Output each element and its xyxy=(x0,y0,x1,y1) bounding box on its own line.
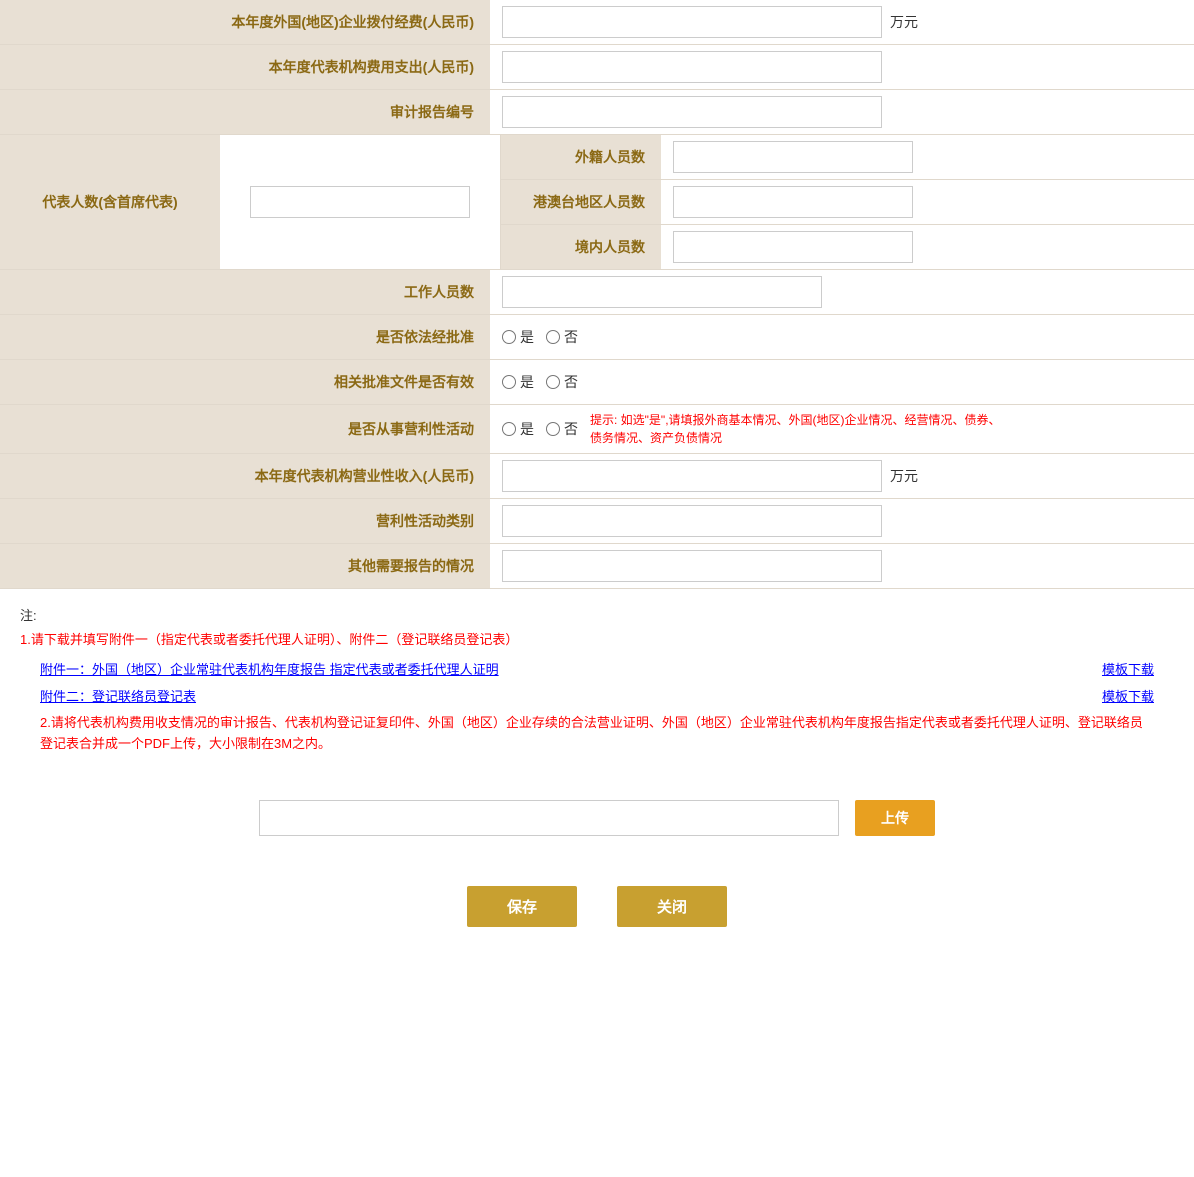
legally-approved-row: 是否依法经批准 是 否 xyxy=(0,315,1194,360)
commercial-label: 是否从事营利性活动 xyxy=(0,405,490,453)
rep-office-expense-row: 本年度代表机构费用支出(人民币) xyxy=(0,45,1194,90)
foreign-expense-input-cell: 万元 xyxy=(490,0,1194,44)
attachment1-row: 附件一：外国（地区）企业常驻代表机构年度报告 指定代表或者委托代理人证明 模板下… xyxy=(20,659,1174,678)
approval-valid-yes[interactable]: 是 xyxy=(502,372,534,392)
commercial-radio-group: 是 否 xyxy=(502,413,578,445)
hmt-staff-input[interactable] xyxy=(673,186,913,218)
legally-approved-yes-radio[interactable] xyxy=(502,330,516,344)
commercial-no-radio[interactable] xyxy=(546,422,560,436)
form-container: 本年度外国(地区)企业拨付经费(人民币) 万元 本年度代表机构费用支出(人民币)… xyxy=(0,0,1194,947)
commercial-type-input[interactable] xyxy=(502,505,882,537)
save-button[interactable]: 保存 xyxy=(467,886,577,927)
notes-item1: 1.请下载并填写附件一（指定代表或者委托代理人证明）、附件二（登记联络员登记表） xyxy=(20,630,1174,651)
rep-count-label: 代表人数(含首席代表) xyxy=(0,135,220,269)
audit-report-label: 审计报告编号 xyxy=(0,90,490,134)
approval-valid-no[interactable]: 否 xyxy=(546,372,578,392)
rep-count-row: 代表人数(含首席代表) 外籍人员数 港澳台地区人员数 境内人员数 xyxy=(0,135,1194,270)
attachment1-download[interactable]: 模板下载 xyxy=(1102,659,1154,678)
approval-valid-yes-label: 是 xyxy=(520,372,534,392)
commercial-no-label: 否 xyxy=(564,419,578,439)
approval-valid-radio-group: 是 否 xyxy=(502,366,578,398)
approval-valid-yes-radio[interactable] xyxy=(502,375,516,389)
legally-approved-no[interactable]: 否 xyxy=(546,327,578,347)
other-report-input[interactable] xyxy=(502,550,882,582)
worker-count-input[interactable] xyxy=(502,276,822,308)
foreign-expense-input[interactable] xyxy=(502,6,882,38)
notes-section: 注: 1.请下载并填写附件一（指定代表或者委托代理人证明）、附件二（登记联络员登… xyxy=(0,589,1194,770)
legally-approved-radio-cell: 是 否 xyxy=(490,315,1194,359)
legally-approved-label: 是否依法经批准 xyxy=(0,315,490,359)
foreign-expense-row: 本年度外国(地区)企业拨付经费(人民币) 万元 xyxy=(0,0,1194,45)
commercial-row: 是否从事营利性活动 是 否 提示: 如选"是",请填报外商基本情况、外国(地区)… xyxy=(0,405,1194,454)
other-report-label: 其他需要报告的情况 xyxy=(0,544,490,588)
attachment2-link[interactable]: 附件二：登记联络员登记表 xyxy=(40,686,196,705)
attachment2-row: 附件二：登记联络员登记表 模板下载 xyxy=(20,686,1174,705)
legally-approved-yes[interactable]: 是 xyxy=(502,327,534,347)
foreign-expense-unit: 万元 xyxy=(890,12,918,32)
rep-office-expense-input-cell xyxy=(490,45,1194,89)
rep-office-revenue-row: 本年度代表机构营业性收入(人民币) 万元 xyxy=(0,454,1194,499)
rep-count-input[interactable] xyxy=(250,186,470,218)
domestic-staff-label: 境内人员数 xyxy=(501,225,661,269)
legally-approved-radio-group: 是 否 xyxy=(502,321,578,353)
upload-button[interactable]: 上传 xyxy=(855,800,935,836)
legally-approved-no-label: 否 xyxy=(564,327,578,347)
rep-office-revenue-input-cell: 万元 xyxy=(490,454,1194,498)
notes-item2: 2.请将代表机构费用收支情况的审计报告、代表机构登记证复印件、外国（地区）企业存… xyxy=(20,713,1174,755)
domestic-staff-row: 境内人员数 xyxy=(501,225,1194,269)
approval-valid-label: 相关批准文件是否有效 xyxy=(0,360,490,404)
legally-approved-yes-label: 是 xyxy=(520,327,534,347)
other-report-row: 其他需要报告的情况 xyxy=(0,544,1194,589)
commercial-type-label: 营利性活动类别 xyxy=(0,499,490,543)
foreign-staff-label: 外籍人员数 xyxy=(501,135,661,179)
commercial-input-cell: 是 否 提示: 如选"是",请填报外商基本情况、外国(地区)企业情况、经营情况、… xyxy=(490,405,1194,453)
upload-file-input[interactable] xyxy=(259,800,839,836)
approval-valid-radio-cell: 是 否 xyxy=(490,360,1194,404)
audit-report-input-cell xyxy=(490,90,1194,134)
commercial-type-row: 营利性活动类别 xyxy=(0,499,1194,544)
close-button[interactable]: 关闭 xyxy=(617,886,727,927)
domestic-staff-input[interactable] xyxy=(673,231,913,263)
upload-section: 上传 xyxy=(0,780,1194,856)
commercial-yes-radio[interactable] xyxy=(502,422,516,436)
approval-valid-no-label: 否 xyxy=(564,372,578,392)
notes-title: 注: xyxy=(20,605,1174,624)
rep-office-revenue-label: 本年度代表机构营业性收入(人民币) xyxy=(0,454,490,498)
worker-count-label: 工作人员数 xyxy=(0,270,490,314)
hmt-staff-input-cell xyxy=(661,180,1194,224)
rep-right-section: 外籍人员数 港澳台地区人员数 境内人员数 xyxy=(500,135,1194,269)
foreign-staff-row: 外籍人员数 xyxy=(501,135,1194,180)
foreign-staff-input[interactable] xyxy=(673,141,913,173)
audit-report-input[interactable] xyxy=(502,96,882,128)
rep-office-expense-input[interactable] xyxy=(502,51,882,83)
rep-office-revenue-unit: 万元 xyxy=(890,466,918,486)
commercial-yes-label: 是 xyxy=(520,419,534,439)
rep-count-input-cell xyxy=(220,135,500,269)
approval-valid-no-radio[interactable] xyxy=(546,375,560,389)
hmt-staff-row: 港澳台地区人员数 xyxy=(501,180,1194,225)
worker-count-input-cell xyxy=(490,270,1194,314)
attachment1-link[interactable]: 附件一：外国（地区）企业常驻代表机构年度报告 指定代表或者委托代理人证明 xyxy=(40,659,499,678)
bottom-buttons: 保存 关闭 xyxy=(0,866,1194,947)
approval-valid-row: 相关批准文件是否有效 是 否 xyxy=(0,360,1194,405)
foreign-staff-input-cell xyxy=(661,135,1194,179)
audit-report-row: 审计报告编号 xyxy=(0,90,1194,135)
foreign-expense-label: 本年度外国(地区)企业拨付经费(人民币) xyxy=(0,0,490,44)
commercial-no[interactable]: 否 xyxy=(546,419,578,439)
commercial-type-input-cell xyxy=(490,499,1194,543)
attachment2-download[interactable]: 模板下载 xyxy=(1102,686,1154,705)
rep-office-expense-label: 本年度代表机构费用支出(人民币) xyxy=(0,45,490,89)
domestic-staff-input-cell xyxy=(661,225,1194,269)
hmt-staff-label: 港澳台地区人员数 xyxy=(501,180,661,224)
rep-office-revenue-input[interactable] xyxy=(502,460,882,492)
legally-approved-no-radio[interactable] xyxy=(546,330,560,344)
commercial-yes[interactable]: 是 xyxy=(502,419,534,439)
commercial-tip: 提示: 如选"是",请填报外商基本情况、外国(地区)企业情况、经营情况、债券、债… xyxy=(590,411,1010,447)
worker-count-row: 工作人员数 xyxy=(0,270,1194,315)
other-report-input-cell xyxy=(490,544,1194,588)
